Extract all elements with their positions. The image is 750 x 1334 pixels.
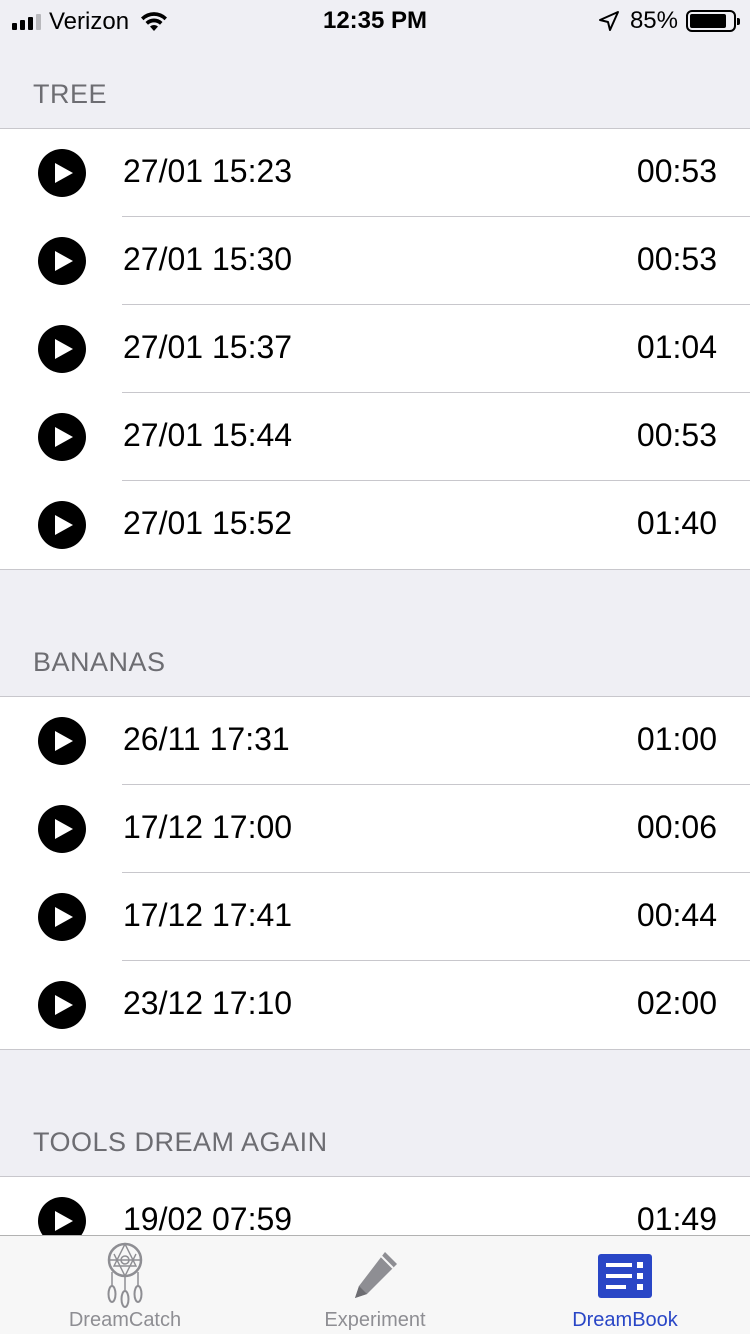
- location-arrow-icon: [598, 11, 619, 31]
- recording-date: 27/01 15:44: [123, 417, 293, 453]
- play-icon: [55, 339, 73, 359]
- tab-label: Experiment: [324, 1309, 426, 1331]
- battery-percent: 85%: [629, 7, 678, 34]
- recording-date: 19/02 07:59: [123, 1201, 293, 1235]
- play-button[interactable]: [38, 1197, 86, 1235]
- recording-row[interactable]: 27/01 15:52 01:40: [0, 481, 750, 569]
- play-button[interactable]: [38, 413, 86, 461]
- play-button[interactable]: [38, 981, 86, 1029]
- recording-row[interactable]: 19/02 07:59 01:49: [0, 1177, 750, 1235]
- play-button[interactable]: [38, 717, 86, 765]
- recording-duration: 00:44: [636, 897, 717, 933]
- play-icon: [55, 515, 73, 535]
- tab-dreamcatch[interactable]: DreamCatch: [0, 1236, 250, 1334]
- recording-row[interactable]: 27/01 15:23 00:53: [0, 129, 750, 217]
- recording-duration: 01:40: [636, 505, 717, 541]
- play-button[interactable]: [38, 501, 86, 549]
- recording-date: 27/01 15:23: [123, 153, 293, 189]
- recording-date: 27/01 15:52: [123, 505, 293, 541]
- play-button[interactable]: [38, 805, 86, 853]
- dreamcatcher-icon: [107, 1242, 143, 1308]
- tab-label: DreamBook: [572, 1309, 678, 1331]
- section-list: 19/02 07:59 01:49: [0, 1176, 750, 1235]
- recording-duration: 01:04: [636, 329, 717, 365]
- pen-icon: [355, 1252, 397, 1298]
- play-icon: [55, 427, 73, 447]
- tab-dreambook[interactable]: DreamBook: [500, 1236, 750, 1334]
- book-list-icon: [598, 1254, 652, 1298]
- recording-row[interactable]: 26/11 17:31 01:00: [0, 697, 750, 785]
- recording-date: 27/01 15:30: [123, 241, 293, 277]
- section-list: 26/11 17:31 01:00 17/12 17:00 00:06 17/1…: [0, 696, 750, 1050]
- recording-row[interactable]: 17/12 17:00 00:06: [0, 785, 750, 873]
- play-icon: [55, 819, 73, 839]
- section-title: TREE: [33, 79, 108, 109]
- recording-date: 23/12 17:10: [123, 985, 293, 1021]
- recording-row[interactable]: 27/01 15:30 00:53: [0, 217, 750, 305]
- recording-date: 17/12 17:41: [123, 897, 293, 933]
- play-icon: [55, 251, 73, 271]
- recording-row[interactable]: 27/01 15:44 00:53: [0, 393, 750, 481]
- recording-row[interactable]: 17/12 17:41 00:44: [0, 873, 750, 961]
- recording-duration: 00:53: [636, 417, 717, 453]
- status-bar: Verizon 12:35 PM 85%: [0, 0, 750, 40]
- play-icon: [55, 731, 73, 751]
- section-title: BANANAS: [33, 647, 166, 677]
- recording-duration: 00:06: [636, 809, 717, 845]
- play-button[interactable]: [38, 325, 86, 373]
- play-icon: [55, 1211, 73, 1231]
- section-header: BANANAS: [0, 570, 750, 696]
- recording-row[interactable]: 27/01 15:37 01:04: [0, 305, 750, 393]
- recording-duration: 01:49: [636, 1201, 717, 1235]
- play-icon: [55, 907, 73, 927]
- recording-date: 17/12 17:00: [123, 809, 293, 845]
- play-button[interactable]: [38, 237, 86, 285]
- battery-icon: [686, 10, 740, 32]
- recording-duration: 01:00: [636, 721, 717, 757]
- section-header: TREE: [0, 40, 750, 128]
- recording-date: 27/01 15:37: [123, 329, 293, 365]
- section-list: 27/01 15:23 00:53 27/01 15:30 00:53 27/0…: [0, 128, 750, 570]
- recording-duration: 00:53: [636, 241, 717, 277]
- play-button[interactable]: [38, 893, 86, 941]
- play-icon: [55, 163, 73, 183]
- recording-row[interactable]: 23/12 17:10 02:00: [0, 961, 750, 1049]
- section-title: TOOLS DREAM AGAIN: [33, 1127, 328, 1157]
- tab-label: DreamCatch: [68, 1309, 182, 1331]
- recording-duration: 00:53: [636, 153, 717, 189]
- recordings-list[interactable]: TREE 27/01 15:23 00:53 27/01 15:30 00:53…: [0, 40, 750, 1235]
- status-right: 85%: [598, 7, 740, 35]
- section-header: TOOLS DREAM AGAIN: [0, 1050, 750, 1176]
- tab-bar: DreamCatch Experiment DreamBook: [0, 1235, 750, 1334]
- play-button[interactable]: [38, 149, 86, 197]
- tab-experiment[interactable]: Experiment: [250, 1236, 500, 1334]
- recording-duration: 02:00: [636, 985, 717, 1021]
- recording-date: 26/11 17:31: [123, 721, 290, 757]
- play-icon: [55, 995, 73, 1015]
